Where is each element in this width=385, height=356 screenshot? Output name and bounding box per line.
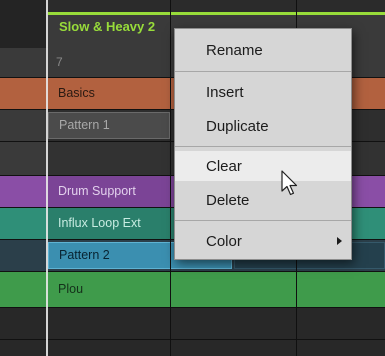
clip-label: Drum Support [58, 184, 136, 199]
arranger-view: Slow & Heavy 2 7 Basics Pattern 1 Drum S… [0, 0, 385, 356]
track-group-label[interactable]: Drum Support [48, 176, 178, 207]
menu-item-label: Duplicate [206, 117, 269, 135]
menu-item-label: Clear [206, 157, 242, 175]
context-menu: Rename Insert Duplicate Clear Delete Col… [174, 28, 352, 260]
clip-label: Basics [58, 86, 95, 101]
menu-item-duplicate[interactable]: Duplicate [175, 111, 351, 141]
bar-number: 7 [56, 55, 63, 69]
menu-item-rename[interactable]: Rename [175, 35, 351, 65]
scene-name[interactable]: Slow & Heavy 2 [59, 19, 155, 34]
track-row: Plou [0, 272, 385, 308]
chevron-right-icon [337, 237, 342, 245]
menu-item-label: Rename [206, 41, 263, 59]
menu-separator [175, 220, 351, 221]
menu-item-label: Color [206, 232, 242, 250]
menu-item-label: Insert [206, 83, 244, 101]
pattern-clip[interactable]: Pattern 1 [48, 112, 170, 139]
menu-separator [175, 146, 351, 147]
track-block-right [0, 110, 46, 141]
menu-separator [175, 71, 351, 72]
empty-row [0, 340, 385, 356]
playhead-line[interactable] [46, 0, 48, 356]
clip-label: Influx Loop Ext [58, 216, 141, 231]
left-gutter [0, 0, 46, 48]
track-group-label[interactable]: Plou [48, 272, 385, 307]
menu-item-clear[interactable]: Clear [175, 151, 351, 181]
bar-gridline [170, 0, 171, 356]
track-group-label[interactable]: Influx Loop Ext [48, 208, 178, 239]
clip-label: Pattern 2 [59, 248, 110, 263]
menu-item-delete[interactable]: Delete [175, 185, 351, 215]
menu-item-color[interactable]: Color [175, 226, 351, 256]
empty-row [0, 308, 385, 340]
clip-label: Plou [58, 282, 84, 297]
arrow-cursor-icon [281, 170, 298, 196]
clip-label: Pattern 1 [59, 118, 110, 133]
menu-item-insert[interactable]: Insert [175, 77, 351, 107]
menu-item-label: Delete [206, 191, 250, 209]
